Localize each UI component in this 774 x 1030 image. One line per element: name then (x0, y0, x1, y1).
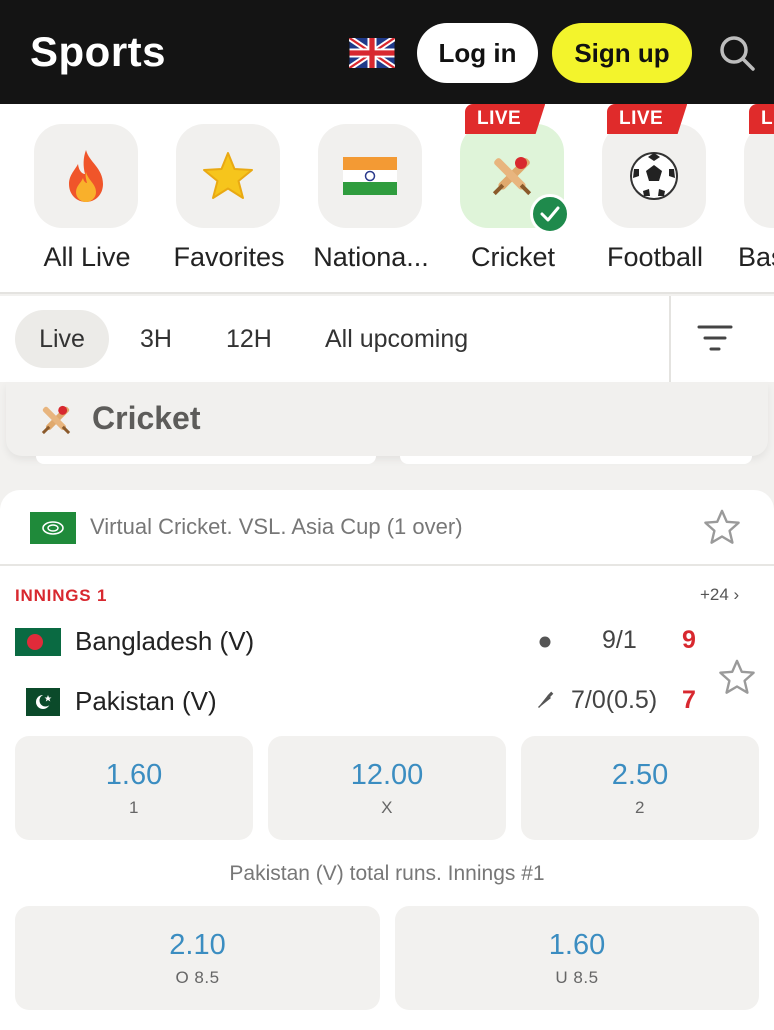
league-header[interactable]: Virtual Cricket. VSL. Asia Cup (1 over) (0, 490, 774, 566)
pakistan-flag-icon (26, 688, 60, 716)
odds-value: 2.50 (611, 758, 669, 791)
sport-tile[interactable] (34, 124, 138, 228)
bat-icon (538, 691, 554, 708)
stacked-card-edge (400, 456, 752, 464)
section-header-cricket[interactable]: Cricket (0, 382, 774, 456)
india-flag-icon (343, 157, 397, 195)
odds-label: 1 (129, 797, 139, 817)
filter-chip-live[interactable]: Live (15, 310, 109, 368)
odds-label: O 8.5 (175, 967, 220, 987)
saudi-flag-icon (30, 512, 76, 544)
sport-item-cricket[interactable]: LIVE Cricket (442, 104, 584, 292)
filter-chip-3h[interactable]: 3H (118, 310, 194, 368)
favorite-star-icon[interactable] (703, 508, 741, 546)
odds-button-2[interactable]: 2.50 2 (521, 736, 759, 840)
odds-button-x[interactable]: 12.00 X (268, 736, 506, 840)
sport-item-football[interactable]: LIVE Football (584, 104, 726, 292)
odds-value: 2.10 (169, 928, 226, 961)
sport-label: Bas (738, 242, 774, 272)
innings-label: INNINGS 1 (15, 586, 108, 605)
search-icon[interactable] (717, 33, 757, 73)
favorite-star-icon[interactable] (718, 658, 756, 696)
live-badge: LIVE (465, 104, 546, 134)
team-row[interactable]: Pakistan (V) 7/0(0.5) 7 (0, 678, 774, 726)
team-row[interactable]: Bangladesh (V) 9/1 9 (0, 618, 774, 666)
signup-button[interactable]: Sign up (552, 23, 692, 83)
sport-tile[interactable] (744, 124, 774, 228)
login-button[interactable]: Log in (417, 23, 538, 83)
filter-chip-12h[interactable]: 12H (204, 310, 294, 368)
odds-value: 1.60 (105, 758, 163, 791)
filter-chip-all-upcoming[interactable]: All upcoming (303, 310, 490, 368)
odds-label: 2 (635, 797, 645, 817)
market-title: Pakistan (V) total runs. Innings #1 (229, 862, 545, 885)
odds-label: U 8.5 (555, 967, 599, 987)
cricket-icon (492, 157, 532, 196)
odds-value: 1.60 (548, 928, 606, 961)
live-badge: LIVE (607, 104, 688, 134)
stacked-card-edge (36, 456, 376, 464)
team-name: Pakistan (V) (75, 686, 217, 716)
odds-button-1[interactable]: 1.60 1 (15, 736, 253, 840)
time-filter-bar: Live 3H 12H All upcoming (0, 296, 774, 382)
page-title: Sports (30, 28, 167, 75)
uk-flag-icon[interactable] (349, 38, 395, 68)
football-icon (630, 152, 678, 200)
star-icon (203, 152, 253, 199)
filter-icon[interactable] (697, 321, 733, 357)
odds-label: X (381, 797, 393, 817)
live-badge: L (749, 104, 774, 134)
top-header: Sports Log in Sign up (0, 0, 774, 104)
odds-value: 12.00 (350, 758, 424, 791)
sport-tile[interactable] (602, 124, 706, 228)
cricket-icon (41, 405, 71, 435)
bangladesh-flag-icon (15, 628, 61, 656)
team-score: 9/1 (602, 626, 637, 654)
selected-check-icon (530, 194, 570, 234)
sport-item-all-live[interactable]: All Live (16, 104, 158, 292)
section-title: Cricket (92, 400, 201, 436)
section-header-card: Cricket (6, 382, 768, 456)
fire-icon (69, 150, 103, 202)
sport-item-national[interactable]: Nationa... (300, 104, 442, 292)
team-total: 7 (682, 686, 696, 714)
sport-tile[interactable] (176, 124, 280, 228)
odds-button-under[interactable]: 1.60 U 8.5 (395, 906, 759, 1010)
odds-button-over[interactable]: 2.10 O 8.5 (15, 906, 380, 1010)
team-total: 9 (682, 626, 696, 654)
team-score: 7/0(0.5) (571, 686, 658, 714)
sport-item-basketball[interactable]: L Bas (726, 104, 774, 292)
match-card: Virtual Cricket. VSL. Asia Cup (1 over) … (0, 490, 774, 1030)
divider (669, 296, 671, 382)
more-markets-link[interactable]: +24 › (700, 585, 739, 605)
sport-label: Football (606, 242, 704, 272)
league-name: Virtual Cricket. VSL. Asia Cup (1 over) (90, 514, 463, 539)
sport-categories: All Live Favorites Nationa... LIVE Crick… (0, 104, 774, 294)
sport-tile[interactable] (318, 124, 422, 228)
sport-item-favorites[interactable]: Favorites (158, 104, 300, 292)
team-name: Bangladesh (V) (75, 626, 255, 656)
ball-icon (539, 636, 551, 648)
